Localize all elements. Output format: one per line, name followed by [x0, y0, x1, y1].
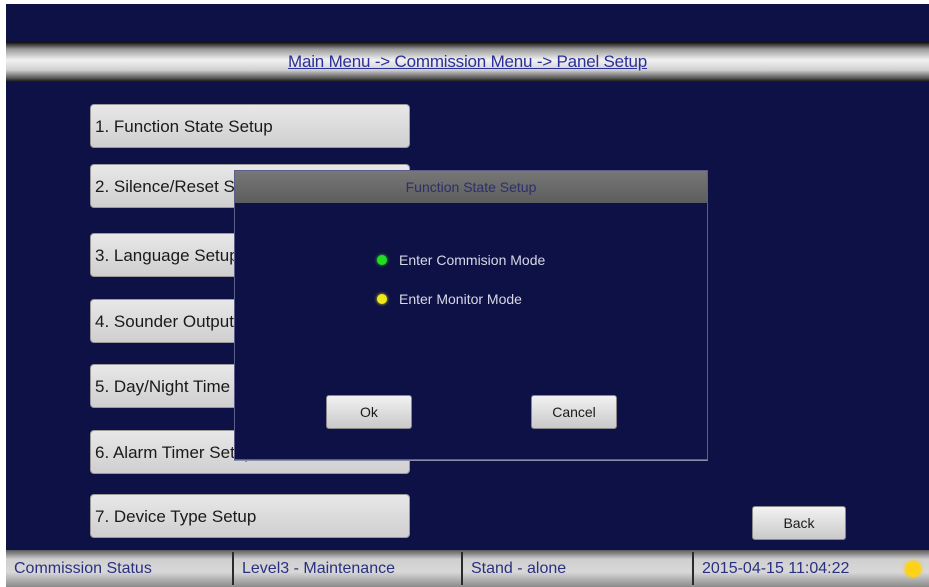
green-dot-icon [377, 255, 387, 266]
back-button[interactable]: Back [752, 506, 846, 540]
yellow-dot-icon [377, 294, 387, 305]
panel-screen: Main Menu -> Commission Menu -> Panel Se… [6, 4, 929, 587]
option-monitor-mode-label: Enter Monitor Mode [399, 291, 522, 307]
function-state-dialog: Function State Setup Enter Commision Mod… [234, 170, 708, 460]
option-commission-mode-label: Enter Commision Mode [399, 252, 546, 268]
status-datetime: 2015-04-15 11:04:22 [702, 560, 850, 577]
breadcrumb[interactable]: Main Menu -> Commission Menu -> Panel Se… [288, 52, 647, 72]
breadcrumb-bar: Main Menu -> Commission Menu -> Panel Se… [6, 42, 929, 82]
option-commission-mode[interactable]: Enter Commision Mode [377, 249, 545, 271]
status-access-level: Level3 - Maintenance [242, 560, 395, 577]
cancel-button[interactable]: Cancel [531, 395, 617, 429]
status-mode: Commission Status [14, 560, 152, 577]
status-lamp-icon [905, 561, 921, 577]
status-network-mode: Stand - alone [471, 560, 567, 577]
status-bar: Commission Status Level3 - Maintenance S… [6, 550, 929, 587]
option-monitor-mode[interactable]: Enter Monitor Mode [377, 288, 522, 310]
menu-item-function-state-setup[interactable]: 1. Function State Setup [90, 104, 410, 148]
menu-item-device-type-setup[interactable]: 7. Device Type Setup [90, 494, 410, 538]
dialog-title: Function State Setup [235, 171, 707, 203]
ok-button[interactable]: Ok [326, 395, 412, 429]
